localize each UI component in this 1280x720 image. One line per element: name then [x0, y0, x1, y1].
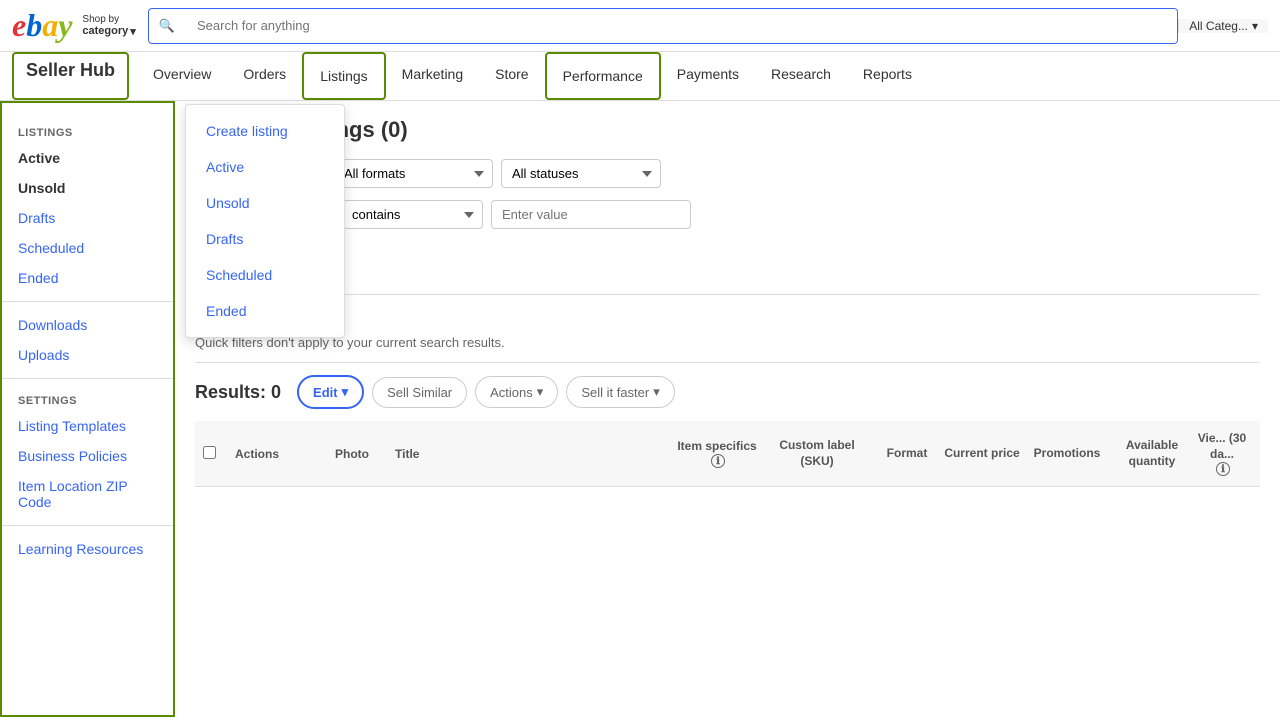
search-bar: 🔍: [148, 8, 1178, 44]
nav-marketing[interactable]: Marketing: [386, 52, 479, 100]
hub-navigation: Overview Orders Listings Marketing Store…: [137, 52, 928, 100]
sell-similar-button[interactable]: Sell Similar: [372, 377, 467, 408]
results-bar: Results: 0 Edit ▾ Sell Similar Actions ▾…: [195, 375, 1260, 409]
sidebar-item-ended[interactable]: Ended: [2, 263, 173, 293]
logo-e: e: [12, 7, 26, 44]
nav-listings[interactable]: Listings: [302, 52, 385, 100]
shop-by-label: Shop by: [82, 14, 135, 25]
logo-b: b: [26, 7, 42, 44]
col-header-photo: Photo: [335, 447, 395, 461]
col-header-title: Title: [395, 447, 672, 461]
views-info-icon[interactable]: ℹ: [1216, 462, 1230, 476]
col-header-available-qty: Available quantity: [1112, 438, 1192, 469]
filters-row: All formats All statuses: [195, 159, 1260, 188]
sidebar-divider-2: [2, 378, 173, 379]
operator-select[interactable]: contains: [343, 200, 483, 229]
results-count: Results: 0: [195, 382, 281, 403]
col-header-views: Vie... (30 da... ℹ: [1192, 431, 1252, 476]
shop-by-category-label: category ▾: [82, 25, 135, 38]
nav-store[interactable]: Store: [479, 52, 544, 100]
sidebar-item-active[interactable]: Active: [2, 143, 173, 173]
seller-hub-title: Seller Hub: [12, 52, 129, 100]
search-icon: 🔍: [149, 9, 185, 43]
sidebar-item-drafts[interactable]: Drafts: [2, 203, 173, 233]
sidebar-item-unsold[interactable]: Unsold: [2, 173, 173, 203]
dropdown-active[interactable]: Active: [186, 149, 344, 185]
dropdown-drafts[interactable]: Drafts: [186, 221, 344, 257]
listings-dropdown: Create listing Active Unsold Drafts Sche…: [185, 104, 345, 338]
nav-payments[interactable]: Payments: [661, 52, 755, 100]
item-specifics-info-icon[interactable]: ℹ: [711, 454, 725, 468]
col-header-actions: Actions: [235, 447, 335, 461]
page-title: My eBay Listings (0): [195, 117, 1260, 143]
col-header-promotions: Promotions: [1022, 446, 1112, 462]
nav-performance[interactable]: Performance: [545, 52, 661, 100]
dropdown-scheduled[interactable]: Scheduled: [186, 257, 344, 293]
status-select[interactable]: All statuses: [501, 159, 661, 188]
select-all-checkbox[interactable]: [203, 446, 216, 459]
search-input[interactable]: [185, 9, 1177, 43]
sidebar-item-uploads[interactable]: Uploads: [2, 340, 173, 370]
col-header-custom-label: Custom label (SKU): [762, 438, 872, 469]
col-header-format: Format: [872, 446, 942, 462]
chevron-down-icon: ▾: [653, 384, 660, 400]
sell-it-faster-button[interactable]: Sell it faster ▾: [566, 376, 674, 408]
search-row: Item title contains: [195, 200, 1260, 229]
quick-filters-header: ⌃ Quick filters: [195, 307, 1260, 327]
sidebar-item-learning-resources[interactable]: Learning Resources: [2, 534, 173, 564]
sidebar-listings-label: LISTINGS: [2, 119, 173, 143]
dropdown-ended[interactable]: Ended: [186, 293, 344, 329]
sidebar-settings-label: SETTINGS: [2, 387, 173, 411]
all-categories-button[interactable]: All Categ... ▾: [1178, 19, 1268, 33]
nav-reports[interactable]: Reports: [847, 52, 928, 100]
nav-overview[interactable]: Overview: [137, 52, 227, 100]
seller-hub-nav: Seller Hub Overview Orders Listings Mark…: [0, 52, 1280, 101]
dropdown-create-listing[interactable]: Create listing: [186, 113, 344, 149]
col-header-item-specifics: Item specifics ℹ: [672, 439, 762, 469]
nav-research[interactable]: Research: [755, 52, 847, 100]
sidebar-item-item-location[interactable]: Item Location ZIP Code: [2, 471, 173, 517]
col-header-current-price: Current price: [942, 446, 1022, 462]
edit-button[interactable]: Edit ▾: [297, 375, 364, 409]
quick-filters-message: Quick filters don't apply to your curren…: [195, 335, 1260, 350]
logo-a: a: [42, 7, 58, 44]
header: e b a y Shop by category ▾ 🔍 All Categ..…: [0, 0, 1280, 52]
actions-button[interactable]: Actions ▾: [475, 376, 558, 408]
sidebar: LISTINGS Active Unsold Drafts Scheduled …: [0, 101, 175, 717]
format-select[interactable]: All formats: [333, 159, 493, 188]
value-input[interactable]: [491, 200, 691, 229]
sidebar-item-listing-templates[interactable]: Listing Templates: [2, 411, 173, 441]
sidebar-item-downloads[interactable]: Downloads: [2, 310, 173, 340]
sidebar-item-business-policies[interactable]: Business Policies: [2, 441, 173, 471]
chevron-down-icon: ▾: [130, 25, 136, 38]
col-checkbox: [203, 446, 235, 462]
shop-by-category[interactable]: Shop by category ▾: [82, 14, 135, 38]
logo-y: y: [58, 7, 72, 44]
quick-filters-section: ⌃ Quick filters Quick filters don't appl…: [195, 294, 1260, 350]
table-header: Actions Photo Title Item specifics ℹ Cus…: [195, 421, 1260, 487]
dropdown-unsold[interactable]: Unsold: [186, 185, 344, 221]
results-section: Results: 0 Edit ▾ Sell Similar Actions ▾…: [195, 362, 1260, 487]
sidebar-item-scheduled[interactable]: Scheduled: [2, 233, 173, 263]
nav-orders[interactable]: Orders: [227, 52, 302, 100]
chevron-down-icon: ▾: [1252, 19, 1258, 33]
search-actions: Search Reset: [195, 245, 1260, 278]
chevron-down-icon: ▾: [342, 384, 349, 400]
chevron-down-icon: ▾: [537, 384, 544, 400]
sidebar-divider-1: [2, 301, 173, 302]
sidebar-divider-3: [2, 525, 173, 526]
ebay-logo: e b a y: [12, 7, 72, 44]
